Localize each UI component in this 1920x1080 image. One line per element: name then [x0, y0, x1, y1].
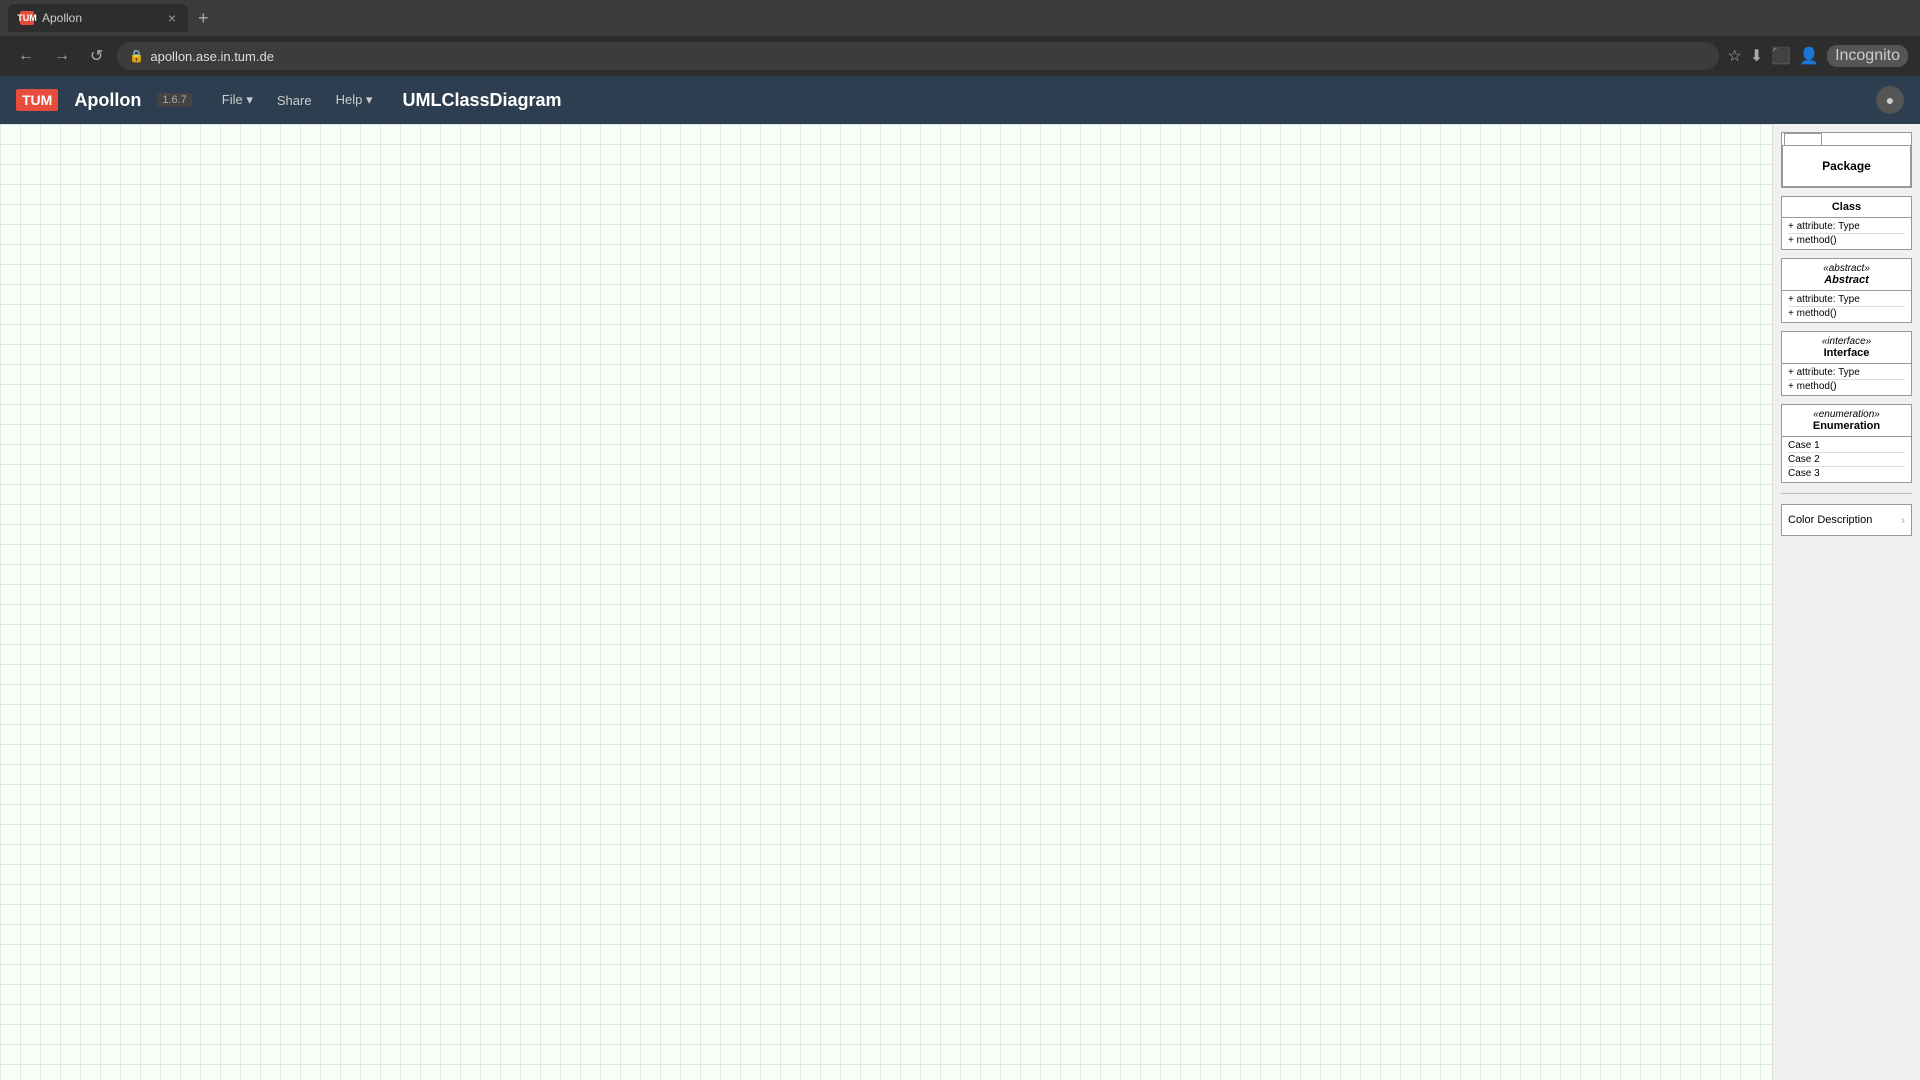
browser-chrome: TUM Apollon × + ← → ↺ 🔒 apollon.ase.in.t…: [0, 0, 1920, 76]
app-version: 1.6.7: [157, 93, 191, 107]
main-area: Package Class + attribute: Type + method…: [0, 124, 1920, 1080]
browser-tab[interactable]: TUM Apollon ×: [8, 4, 188, 32]
enumeration-case1: Case 1: [1788, 439, 1905, 453]
interface-card[interactable]: «interface» Interface + attribute: Type …: [1781, 331, 1912, 396]
app-menu: File ▾ Share Help ▾: [216, 88, 379, 112]
class-header: Class: [1782, 197, 1911, 218]
enumeration-case3: Case 3: [1788, 467, 1905, 480]
abstract-method: + method(): [1788, 307, 1905, 320]
interface-header: «interface» Interface: [1782, 332, 1911, 364]
enumeration-stereotype: «enumeration»: [1784, 409, 1909, 420]
tum-logo: TUM: [16, 89, 58, 111]
abstract-name: Abstract: [1784, 274, 1909, 286]
enumeration-card[interactable]: «enumeration» Enumeration Case 1 Case 2 …: [1781, 404, 1912, 483]
forward-button[interactable]: →: [48, 43, 76, 69]
abstract-attribute: + attribute: Type: [1788, 293, 1905, 307]
new-tab-button[interactable]: +: [192, 8, 215, 29]
interface-name: Interface: [1784, 347, 1909, 359]
class-body: + attribute: Type + method(): [1782, 218, 1911, 249]
package-label: Package: [1782, 145, 1911, 187]
enumeration-case2: Case 2: [1788, 453, 1905, 467]
bookmark-icon[interactable]: ☆: [1727, 46, 1741, 66]
nav-actions: ☆ ⬇ ⬛ 👤 Incognito: [1727, 45, 1908, 67]
app-header: TUM Apollon 1.6.7 File ▾ Share Help ▾ UM…: [0, 76, 1920, 124]
interface-body: + attribute: Type + method(): [1782, 364, 1911, 395]
download-icon[interactable]: ⬇: [1750, 46, 1763, 66]
app-name: Apollon: [74, 90, 141, 111]
enumeration-header: «enumeration» Enumeration: [1782, 405, 1911, 437]
interface-stereotype: «interface»: [1784, 336, 1909, 347]
address-bar[interactable]: 🔒 apollon.ase.in.tum.de: [117, 42, 1719, 70]
color-description-card[interactable]: Color Description ›: [1781, 504, 1912, 536]
nav-bar: ← → ↺ 🔒 apollon.ase.in.tum.de ☆ ⬇ ⬛ 👤 In…: [0, 36, 1920, 76]
sidebar: Package Class + attribute: Type + method…: [1772, 124, 1920, 1080]
abstract-body: + attribute: Type + method(): [1782, 291, 1911, 322]
tab-bar: TUM Apollon × +: [0, 0, 1920, 36]
enumeration-body: Case 1 Case 2 Case 3: [1782, 437, 1911, 482]
header-right: ●: [1876, 86, 1904, 114]
class-method: + method(): [1788, 234, 1905, 247]
abstract-card[interactable]: «abstract» Abstract + attribute: Type + …: [1781, 258, 1912, 323]
extension-icon[interactable]: ⬛: [1771, 46, 1791, 66]
diagram-title: UMLClassDiagram: [402, 90, 561, 111]
menu-help[interactable]: Help ▾: [330, 88, 379, 112]
menu-file[interactable]: File ▾: [216, 88, 259, 112]
class-attribute: + attribute: Type: [1788, 220, 1905, 234]
settings-icon[interactable]: ●: [1876, 86, 1904, 114]
lock-icon: 🔒: [129, 49, 144, 63]
incognito-badge[interactable]: Incognito: [1827, 45, 1908, 67]
address-text: apollon.ase.in.tum.de: [150, 49, 274, 64]
enumeration-name: Enumeration: [1784, 420, 1909, 432]
canvas-area[interactable]: [0, 124, 1772, 1080]
tab-favicon: TUM: [20, 11, 34, 25]
color-description-label: Color Description: [1788, 514, 1872, 526]
abstract-stereotype: «abstract»: [1784, 263, 1909, 274]
back-button[interactable]: ←: [12, 43, 40, 69]
tab-close-button[interactable]: ×: [168, 10, 176, 26]
abstract-header: «abstract» Abstract: [1782, 259, 1911, 291]
class-card[interactable]: Class + attribute: Type + method(): [1781, 196, 1912, 250]
profile-icon[interactable]: 👤: [1799, 46, 1819, 66]
color-description-arrow: ›: [1901, 513, 1905, 527]
menu-share[interactable]: Share: [271, 89, 318, 112]
package-card[interactable]: Package: [1781, 132, 1912, 188]
sidebar-divider: [1781, 493, 1912, 494]
tab-title: Apollon: [42, 11, 82, 25]
interface-attribute: + attribute: Type: [1788, 366, 1905, 380]
refresh-button[interactable]: ↺: [84, 42, 109, 70]
interface-method: + method(): [1788, 380, 1905, 393]
